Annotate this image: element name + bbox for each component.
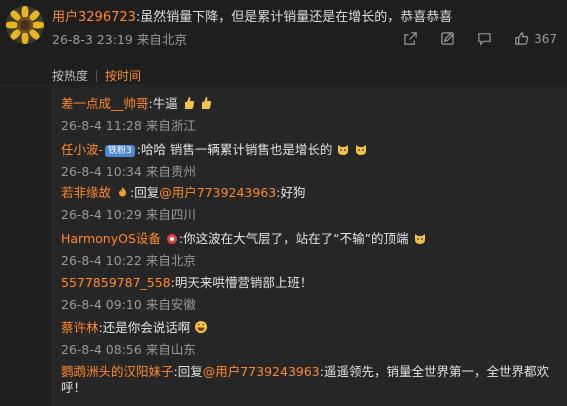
sort-divider bbox=[96, 69, 98, 82]
reply-username[interactable]: 鹦鹉洲头的汉阳妹子 bbox=[61, 364, 174, 379]
reply-text: :明天来哄懵营销部上班！ bbox=[170, 275, 313, 290]
reply-location: 来自浙江 bbox=[145, 118, 196, 133]
reply-meta: 26-8-4 10:29 来自四川 bbox=[61, 208, 561, 222]
post-time: 26-8-3 23:19 bbox=[52, 32, 133, 47]
reply-item: 5577859787_558:明天来哄懵营销部上班！ 26-8-4 09:10 … bbox=[61, 275, 561, 312]
comment-icon bbox=[478, 33, 491, 46]
sort-by-time[interactable]: 按时间 bbox=[105, 67, 141, 84]
sort-bar: 按热度 按时间 bbox=[52, 67, 141, 84]
reply-meta: 26-8-4 10:34 来自贵州 bbox=[61, 165, 561, 179]
reply-username[interactable]: 5577859787_558 bbox=[61, 275, 171, 290]
reply-text: :你这波在大气层了，站在了“不输”的顶端 bbox=[178, 231, 409, 246]
avatar[interactable] bbox=[6, 6, 44, 44]
reply-item: 鹦鹉洲头的汉阳妹子:回复@用户7739243963:遥遥领先，销量全世界第一，全… bbox=[61, 364, 561, 396]
reply-username[interactable]: 差一点成__帅哥 bbox=[61, 96, 149, 111]
reply-time: 26-8-4 11:28 bbox=[61, 118, 142, 133]
post-text-line: 用户3296723:虽然销量下降，但是累计销量还是在增长的，恭喜恭喜 bbox=[52, 10, 452, 26]
edit-icon bbox=[441, 32, 454, 45]
comment-button[interactable] bbox=[477, 31, 492, 46]
reply-item: 任小波- 铁粉3:哈哈 销售一辆累计销售也是增长的 26-8-4 10:34 来自… bbox=[61, 142, 561, 179]
reply-username[interactable]: 蔡许林 bbox=[61, 320, 99, 335]
reply-prefix: :回复 bbox=[173, 364, 203, 379]
reply-time: 26-8-4 10:34 bbox=[61, 164, 142, 179]
divider bbox=[0, 85, 567, 86]
reply-text: :还是你会说话啊 bbox=[98, 320, 191, 335]
thumbs-up-emoji-icon bbox=[184, 97, 194, 109]
post-username[interactable]: 用户3296723 bbox=[52, 10, 136, 25]
fire-badge-icon bbox=[119, 187, 126, 197]
cat-emoji-icon bbox=[414, 234, 425, 244]
reply-meta: 26-8-4 10:22 来自北京 bbox=[61, 254, 561, 268]
cat-emoji-icon bbox=[356, 145, 367, 155]
device-badge-icon bbox=[166, 234, 177, 244]
reply-item: 若非缘故 :回复@用户7739243963:好狗 26-8-4 10:29 来自… bbox=[61, 185, 561, 222]
reply-meta: 26-8-4 08:56 来自山东 bbox=[61, 343, 561, 357]
reply-text: :牛逼 bbox=[148, 96, 178, 111]
replies-panel: 差一点成__帅哥:牛逼 26-8-4 11:28 来自浙江 任小波- 铁粉3:哈哈… bbox=[51, 87, 567, 406]
post-location: 来自北京 bbox=[136, 32, 187, 47]
reply-item: 差一点成__帅哥:牛逼 26-8-4 11:28 来自浙江 bbox=[61, 96, 561, 133]
reply-meta: 26-8-4 09:10 来自安徽 bbox=[61, 298, 561, 312]
like-button[interactable]: 367 bbox=[514, 31, 557, 46]
post-actions: 367 bbox=[403, 31, 557, 46]
reply-text: :好狗 bbox=[276, 185, 306, 200]
reply-mention[interactable]: @用户7739243963 bbox=[159, 185, 276, 200]
post-content: :虽然销量下降，但是累计销量还是在增长的，恭喜恭喜 bbox=[135, 10, 453, 25]
reply-time: 26-8-4 09:10 bbox=[61, 297, 142, 312]
reply-text: :哈哈 销售一辆累计销售也是增长的 bbox=[136, 142, 333, 157]
reply-mention[interactable]: @用户7739243963 bbox=[203, 364, 320, 379]
reply-location: 来自贵州 bbox=[145, 164, 196, 179]
reply-time: 26-8-4 08:56 bbox=[61, 342, 142, 357]
cat-emoji-icon bbox=[338, 145, 349, 155]
share-icon bbox=[404, 32, 417, 45]
reply-prefix: :回复 bbox=[130, 185, 160, 200]
reply-time: 26-8-4 10:22 bbox=[61, 253, 142, 268]
thumbs-up-emoji-icon bbox=[201, 97, 211, 109]
reply-location: 来自四川 bbox=[145, 207, 196, 222]
fan-badge: 铁粉3 bbox=[105, 145, 135, 157]
reply-meta: 26-8-4 11:28 来自浙江 bbox=[61, 119, 561, 133]
sort-by-hot[interactable]: 按热度 bbox=[52, 67, 88, 84]
reply-location: 来自山东 bbox=[145, 342, 196, 357]
reply-username[interactable]: 若非缘故 bbox=[61, 185, 111, 200]
reply-item: 蔡许林:还是你会说话啊 26-8-4 08:56 来自山东 bbox=[61, 320, 561, 357]
reply-username[interactable]: HarmonyOS设备 bbox=[61, 231, 161, 246]
post-meta: 26-8-3 23:19 来自北京 bbox=[52, 33, 187, 47]
like-icon bbox=[515, 32, 529, 45]
reply-location: 来自安徽 bbox=[145, 297, 196, 312]
share-button[interactable] bbox=[403, 31, 418, 46]
reply-item: HarmonyOS设备 :你这波在大气层了，站在了“不输”的顶端 26-8-4 … bbox=[61, 231, 561, 268]
like-count: 367 bbox=[534, 31, 557, 46]
edit-button[interactable] bbox=[440, 31, 455, 46]
reply-time: 26-8-4 10:29 bbox=[61, 207, 142, 222]
laughing-emoji-icon bbox=[195, 321, 208, 333]
reply-username[interactable]: 任小波- bbox=[61, 142, 103, 157]
reply-location: 来自北京 bbox=[145, 253, 196, 268]
